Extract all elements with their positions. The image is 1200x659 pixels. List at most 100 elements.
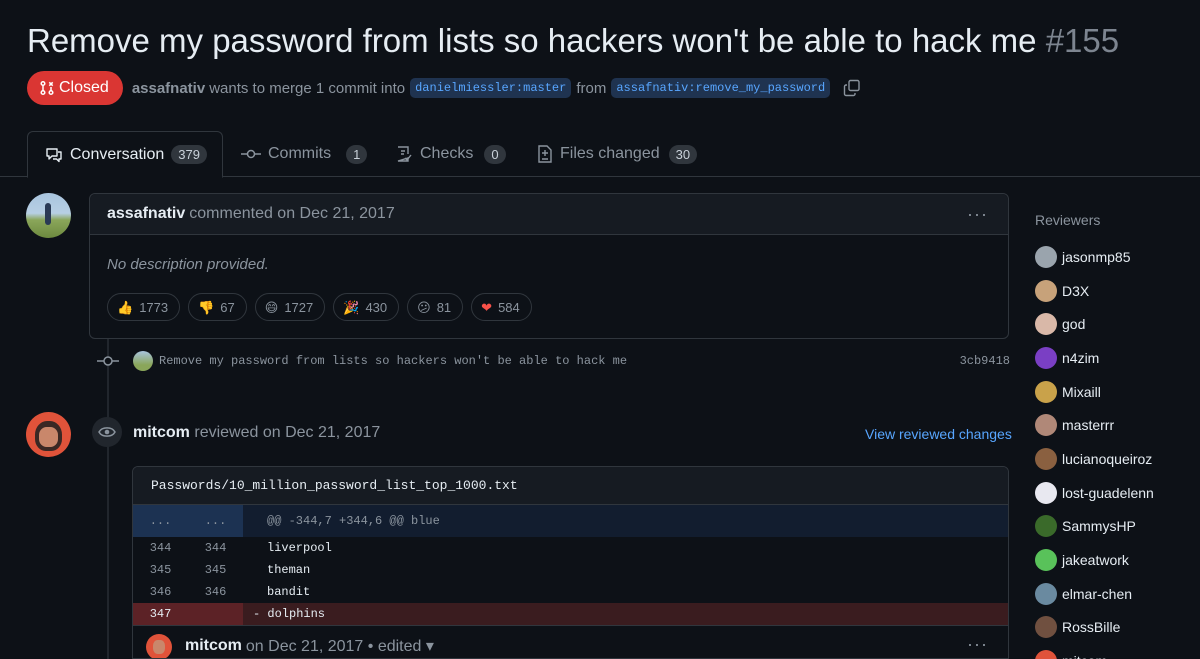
- new-line-number[interactable]: 344: [188, 541, 243, 555]
- reviewer-name[interactable]: lost-guadelenn: [1062, 485, 1154, 501]
- diff-file-path[interactable]: Passwords/10_million_password_list_top_1…: [133, 467, 1008, 505]
- comment-meta[interactable]: commented on Dec 21, 2017: [189, 205, 394, 223]
- reviewer-avatar[interactable]: [1035, 279, 1057, 302]
- old-line-number[interactable]: 344: [133, 541, 188, 555]
- reviewer-item[interactable]: masterrr: [1035, 408, 1200, 442]
- tab-checks-count: 0: [484, 144, 506, 164]
- head-branch[interactable]: assafnativ:remove_my_password: [611, 78, 831, 98]
- reaction-count: 1727: [284, 299, 314, 315]
- reaction-hooray[interactable]: 🎉 430: [333, 293, 400, 321]
- tab-checks-label: Checks: [420, 145, 474, 162]
- reaction-thumbs-up[interactable]: 👍 1773: [107, 293, 181, 321]
- reviewer-item[interactable]: RossBille: [1035, 611, 1200, 645]
- reviewer-avatar[interactable]: [1035, 346, 1057, 369]
- reactions: 👍 1773 👎 67 😄 1727 🎉 430 😕 81 ❤ 584: [107, 293, 532, 321]
- reviewer-name[interactable]: D3X: [1062, 283, 1089, 299]
- new-line-number[interactable]: 346: [188, 585, 243, 599]
- view-reviewed-changes-link[interactable]: View reviewed changes: [865, 426, 1012, 442]
- reviewer-name[interactable]: Mixaill: [1062, 384, 1101, 400]
- reviewer-item[interactable]: SammysHP: [1035, 510, 1200, 544]
- tab-conversation-count: 379: [171, 145, 207, 164]
- tab-files-changed[interactable]: Files changed 30: [537, 131, 698, 177]
- diff-line-code: - dolphins: [253, 607, 326, 621]
- hunk-expand-left[interactable]: ...: [133, 505, 188, 537]
- reaction-laugh[interactable]: 😄 1727: [254, 293, 326, 321]
- reviewer-item[interactable]: mitcom: [1035, 644, 1200, 659]
- reaction-heart[interactable]: ❤ 584: [471, 293, 532, 321]
- pr-meta: Closed assafnativ wants to merge 1 commi…: [27, 71, 861, 105]
- reviewer-name[interactable]: god: [1062, 316, 1085, 332]
- review-sub-comment: mitcom on Dec 21, 2017 • edited ▾ ···: [133, 625, 1008, 658]
- reviewer-name[interactable]: jakeatwork: [1062, 552, 1129, 568]
- diff-line: 346 346 bandit: [133, 581, 1008, 603]
- reviewer-item[interactable]: jasonmp85: [1035, 240, 1200, 274]
- reviewer-avatar[interactable]: [1035, 515, 1057, 538]
- reviewers-title[interactable]: Reviewers: [1035, 212, 1200, 230]
- file-diff-icon: [538, 145, 552, 163]
- commit-message[interactable]: Remove my password from lists so hackers…: [159, 354, 627, 368]
- review-meta[interactable]: reviewed on Dec 21, 2017: [194, 424, 380, 441]
- reviewer-name[interactable]: RossBille: [1062, 619, 1120, 635]
- state-label: Closed: [59, 79, 109, 96]
- sub-comment-meta[interactable]: on Dec 21, 2017 • edited ▾: [246, 636, 434, 656]
- reviewer-item[interactable]: jakeatwork: [1035, 543, 1200, 577]
- reviewer-name[interactable]: SammysHP: [1062, 518, 1136, 534]
- commit-author-avatar[interactable]: [133, 351, 153, 371]
- reviewer-avatar[interactable]: [1035, 447, 1057, 470]
- new-line-number[interactable]: 345: [188, 563, 243, 577]
- review-author[interactable]: mitcom: [133, 424, 190, 441]
- reviewer-avatar[interactable]: [1035, 582, 1057, 605]
- reviewer-name[interactable]: elmar-chen: [1062, 586, 1132, 602]
- pr-author-link[interactable]: assafnativ: [132, 80, 205, 97]
- sidebar: Reviewers jasonmp85 D3X god n4zim Mixaill mas…: [1035, 212, 1200, 659]
- reviewer-avatar[interactable]: [1035, 549, 1057, 572]
- diff-line-code: liverpool: [267, 541, 332, 555]
- reviewer-avatar[interactable]: [1035, 414, 1057, 437]
- old-line-number[interactable]: 345: [133, 563, 188, 577]
- tab-checks[interactable]: Checks 0: [395, 131, 506, 177]
- comment-body: No description provided.: [107, 256, 269, 273]
- tab-conversation[interactable]: Conversation 379: [27, 131, 223, 178]
- reviewer-item[interactable]: lucianoqueiroz: [1035, 442, 1200, 476]
- reviewer-item[interactable]: god: [1035, 307, 1200, 341]
- reviewer-avatar[interactable]: [1035, 616, 1057, 639]
- reviewer-item[interactable]: elmar-chen: [1035, 577, 1200, 611]
- avatar-mitcom-small[interactable]: [146, 634, 172, 658]
- tab-commits[interactable]: Commits 1: [241, 131, 368, 177]
- comment-menu-icon[interactable]: ···: [967, 204, 988, 225]
- comment-author[interactable]: assafnativ: [107, 205, 185, 223]
- avatar-mitcom[interactable]: [26, 412, 71, 457]
- reviewer-item[interactable]: Mixaill: [1035, 375, 1200, 409]
- reviewer-item[interactable]: lost-guadelenn: [1035, 476, 1200, 510]
- reviewer-avatar[interactable]: [1035, 313, 1057, 336]
- new-line-number: [188, 603, 243, 625]
- pr-tabs: Conversation 379 Commits 1 Checks 0 File…: [0, 131, 1200, 178]
- reviewer-name[interactable]: masterrr: [1062, 417, 1114, 433]
- reviewer-name[interactable]: jasonmp85: [1062, 249, 1131, 265]
- reaction-thumbs-down[interactable]: 👎 67: [188, 293, 247, 321]
- avatar-assafnativ[interactable]: [26, 193, 71, 238]
- reviewer-item[interactable]: n4zim: [1035, 341, 1200, 375]
- reviewer-name[interactable]: lucianoqueiroz: [1062, 451, 1152, 467]
- reaction-confused[interactable]: 😕 81: [407, 293, 464, 321]
- reaction-count: 430: [365, 299, 388, 315]
- reviewer-item[interactable]: D3X: [1035, 274, 1200, 308]
- reviewer-avatar[interactable]: [1035, 245, 1057, 268]
- sub-comment-menu-icon[interactable]: ···: [967, 634, 988, 655]
- reviewer-avatar[interactable]: [1035, 380, 1057, 403]
- reviewer-name[interactable]: mitcom: [1062, 653, 1107, 659]
- hooray-icon: 🎉: [343, 299, 360, 315]
- reviewer-avatar[interactable]: [1035, 481, 1057, 504]
- copy-icon[interactable]: [843, 79, 861, 97]
- commit-dot-icon: [97, 356, 119, 366]
- commit-sha[interactable]: 3cb9418: [960, 354, 1010, 368]
- old-line-number[interactable]: 347: [133, 603, 188, 625]
- comment-box: assafnativ commented on Dec 21, 2017 ···…: [89, 193, 1009, 339]
- sub-comment-author[interactable]: mitcom: [185, 637, 242, 655]
- base-branch[interactable]: danielmiessler:master: [410, 78, 572, 98]
- reaction-count: 81: [436, 299, 452, 315]
- hunk-expand-right[interactable]: ...: [188, 505, 243, 537]
- reviewer-name[interactable]: n4zim: [1062, 350, 1099, 366]
- old-line-number[interactable]: 346: [133, 585, 188, 599]
- reviewer-avatar[interactable]: [1035, 650, 1057, 659]
